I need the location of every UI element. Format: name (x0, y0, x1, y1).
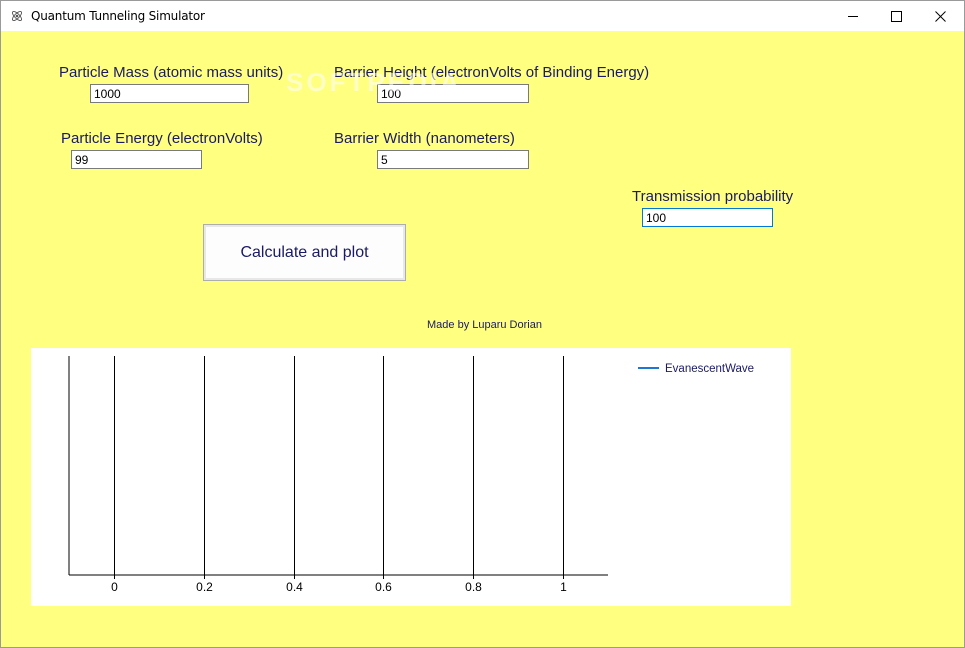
particle-energy-input[interactable] (71, 150, 202, 169)
x-tick-marks (114, 575, 564, 579)
x-tick-label: 0.4 (286, 580, 303, 594)
window-title: Quantum Tunneling Simulator (31, 9, 205, 23)
transmission-probability-output[interactable] (642, 208, 773, 227)
calculate-and-plot-button[interactable]: Calculate and plot (203, 224, 406, 281)
barrier-width-label: Barrier Width (nanometers) (334, 130, 515, 147)
barrier-width-input[interactable] (377, 150, 529, 169)
chart-area: 0 0.2 0.4 0.6 0.8 1 EvanescentWave (31, 348, 791, 606)
minimize-icon (847, 15, 858, 17)
app-window: Quantum Tunneling Simulator Particle Mas… (0, 0, 965, 648)
minimize-button[interactable] (830, 1, 876, 31)
close-button[interactable] (917, 1, 963, 31)
maximize-button[interactable] (873, 1, 919, 31)
particle-energy-label: Particle Energy (electronVolts) (61, 130, 263, 147)
watermark: SOFTPEDIA (286, 67, 462, 97)
x-tick-labels: 0 0.2 0.4 0.6 0.8 1 (111, 580, 567, 594)
particle-mass-label: Particle Mass (atomic mass units) (59, 64, 284, 81)
particle-mass-input[interactable] (90, 84, 249, 103)
close-icon (934, 10, 946, 22)
x-tick-label: 0 (111, 580, 118, 594)
maximize-icon (890, 10, 902, 22)
x-tick-label: 0.8 (465, 580, 482, 594)
x-tick-label: 0.6 (375, 580, 392, 594)
atom-icon (11, 10, 23, 22)
transmission-probability-label: Transmission probability (632, 188, 794, 205)
author-credit: Made by Luparu Dorian (427, 319, 542, 331)
x-tick-label: 0.2 (196, 580, 213, 594)
x-tick-label: 1 (560, 580, 567, 594)
legend-label-evanescentwave: EvanescentWave (665, 363, 754, 375)
gridlines (114, 356, 564, 575)
evanescent-wave-chart: 0 0.2 0.4 0.6 0.8 1 EvanescentWave (68, 356, 754, 594)
title-bar: Quantum Tunneling Simulator (1, 1, 964, 31)
client-area: Particle Mass (atomic mass units) Barrie… (1, 31, 964, 647)
legend: EvanescentWave (638, 363, 754, 375)
